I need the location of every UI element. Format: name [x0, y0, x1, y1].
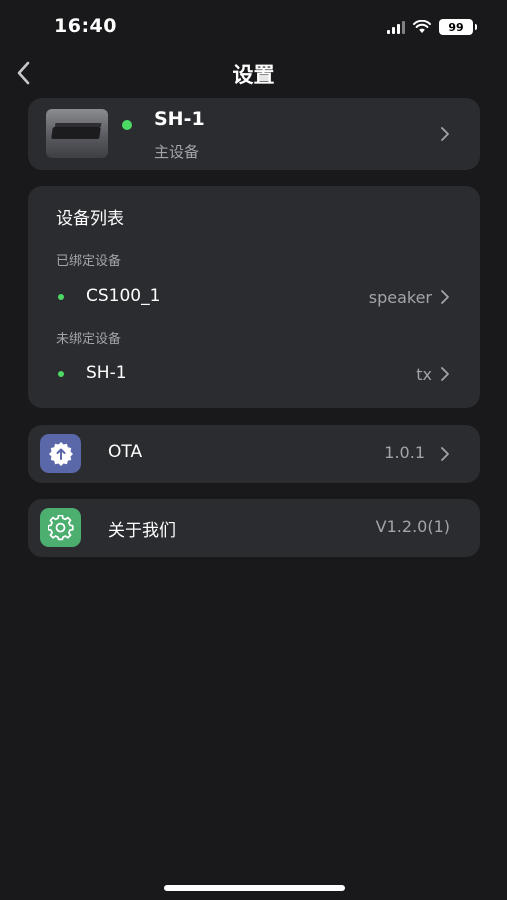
device-name: CS100_1: [86, 286, 161, 306]
chevron-right-icon: [438, 366, 452, 382]
status-icons: 99: [387, 19, 477, 35]
ota-version: 1.0.1: [384, 443, 425, 462]
list-item[interactable]: CS100_1 speaker: [28, 277, 480, 317]
app-version: V1.2.0(1): [375, 517, 450, 536]
about-us-label: 关于我们: [108, 521, 176, 541]
chevron-right-icon: [438, 126, 452, 142]
device-name: SH-1: [86, 363, 127, 383]
online-status-dot: [122, 120, 132, 130]
device-type: speaker: [368, 288, 432, 307]
unbound-devices-label: 未绑定设备: [56, 332, 122, 347]
main-device-card[interactable]: SH-1 主设备: [28, 98, 480, 170]
page-title: 设置: [232, 63, 275, 87]
online-status-dot: [58, 371, 64, 377]
chevron-right-icon: [438, 289, 452, 305]
gear-icon: [40, 508, 81, 547]
device-list-title: 设备列表: [56, 209, 124, 229]
chevron-right-icon: [438, 446, 452, 462]
wifi-icon: [413, 20, 431, 33]
nav-bar: 设置: [0, 56, 507, 92]
home-indicator[interactable]: [164, 885, 345, 891]
device-thumbnail: [46, 109, 108, 158]
ota-label: OTA: [108, 442, 143, 462]
main-device-role: 主设备: [154, 143, 200, 161]
cellular-signal-icon: [387, 20, 405, 34]
battery-icon: 99: [439, 19, 477, 35]
status-bar: 16:40 99: [0, 0, 507, 56]
upload-badge-icon: [40, 434, 81, 473]
about-us-menu-item[interactable]: 关于我们 V1.2.0(1): [28, 499, 480, 557]
status-time: 16:40: [54, 15, 117, 37]
device-type: tx: [416, 365, 432, 384]
bound-devices-label: 已绑定设备: [56, 254, 122, 269]
battery-level: 99: [448, 20, 464, 34]
list-item[interactable]: SH-1 tx: [28, 354, 480, 394]
ota-menu-item[interactable]: OTA 1.0.1: [28, 425, 480, 483]
online-status-dot: [58, 294, 64, 300]
device-list-card: 设备列表 已绑定设备 CS100_1 speaker 未绑定设备 SH-1 tx: [28, 186, 480, 408]
main-device-name: SH-1: [154, 108, 205, 130]
